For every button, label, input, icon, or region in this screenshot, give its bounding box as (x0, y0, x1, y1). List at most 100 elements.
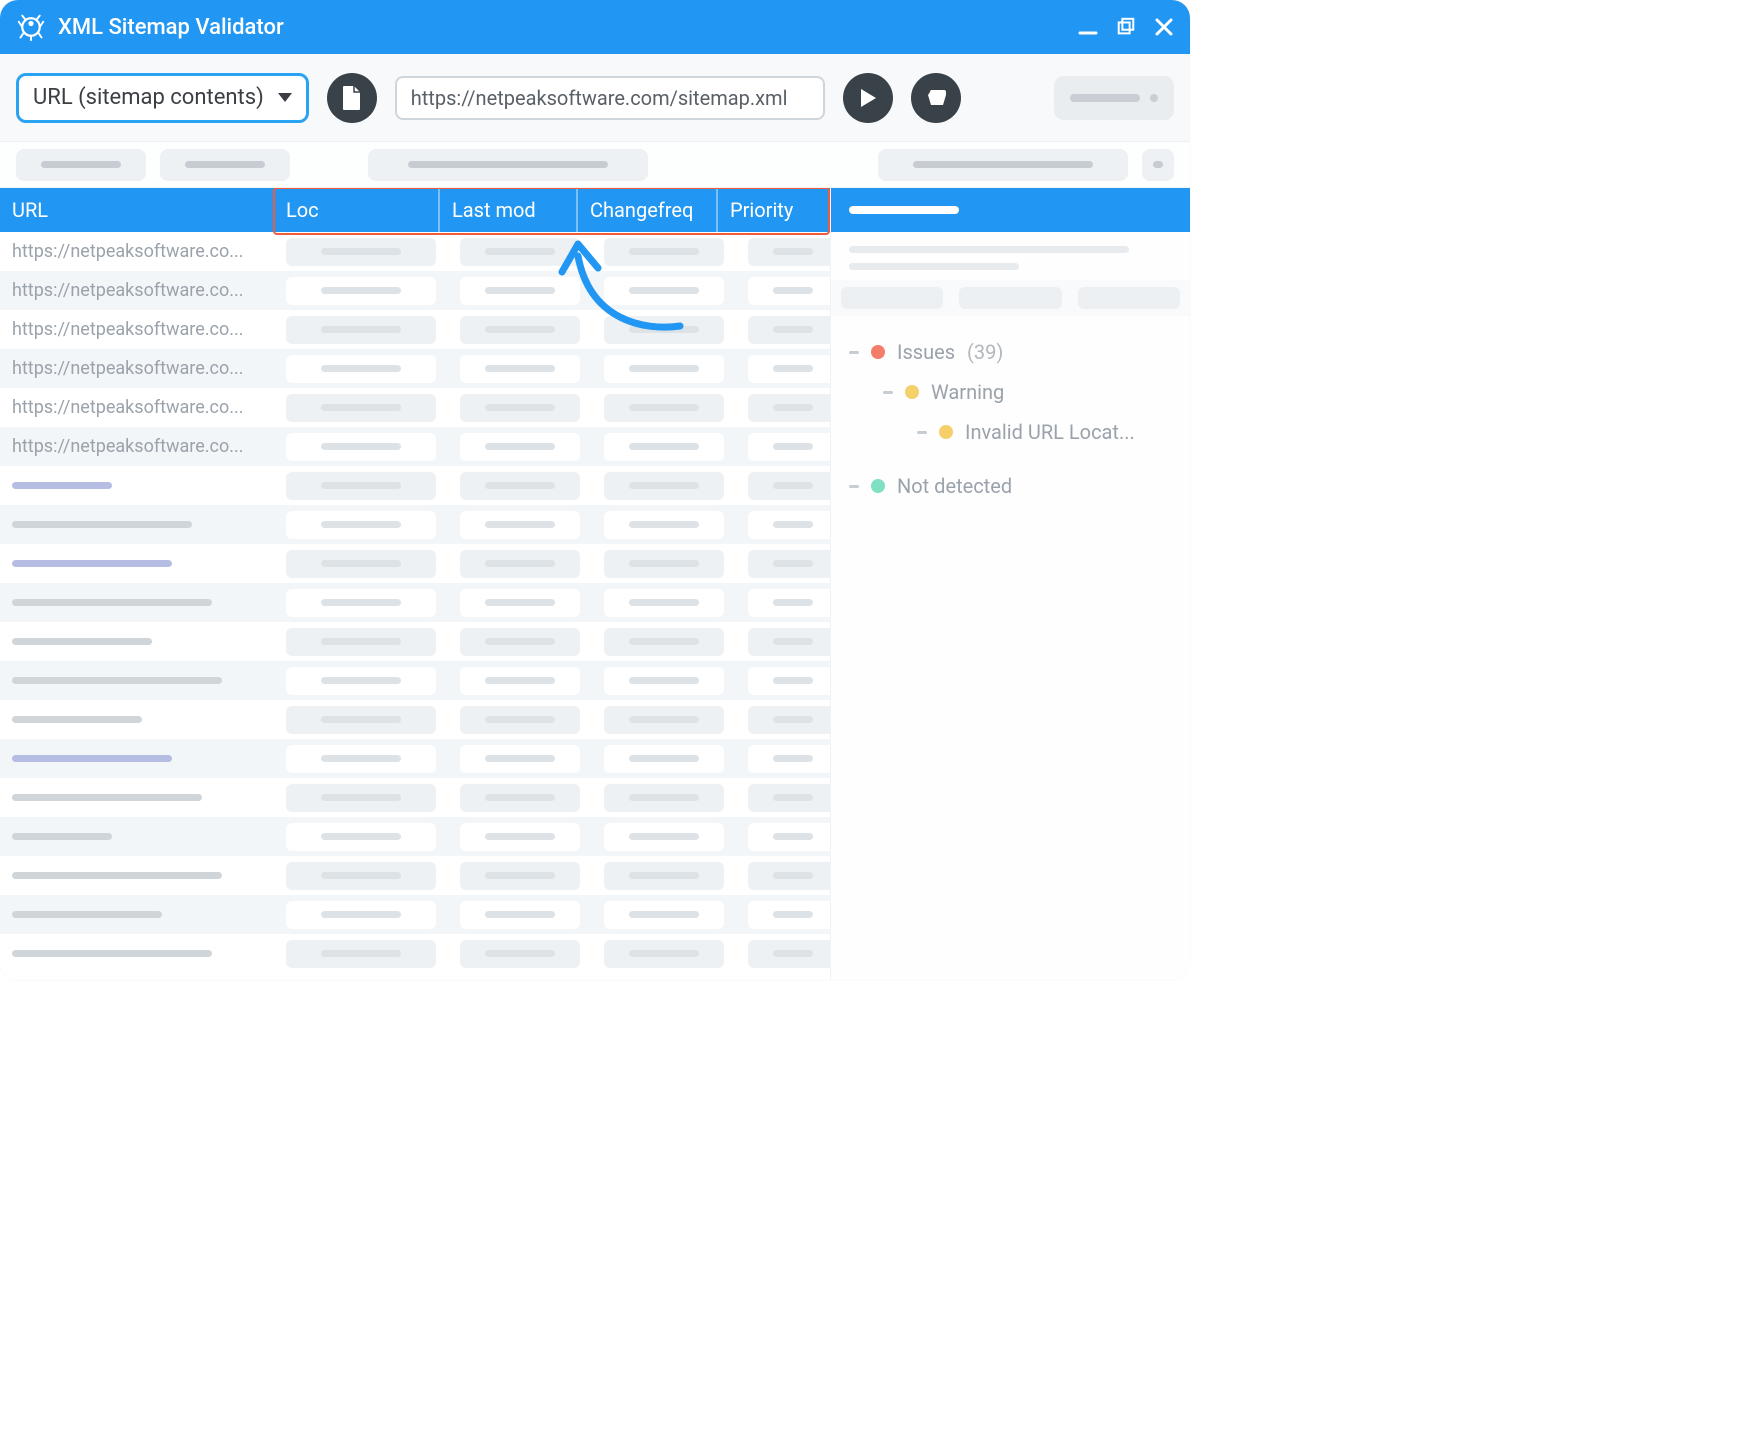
close-button[interactable] (1154, 17, 1174, 37)
table-row[interactable]: https://netpeaksoftware.co... (0, 232, 830, 271)
cell-changefreq (592, 706, 736, 734)
cell-loc (274, 901, 448, 929)
side-tab[interactable] (841, 287, 943, 309)
cell-lastmod (448, 784, 592, 812)
cell-lastmod (448, 862, 592, 890)
cell-lastmod (448, 394, 592, 422)
table-body: https://netpeaksoftware.co...https://net… (0, 232, 830, 973)
cell-changefreq (592, 238, 736, 266)
table-row[interactable] (0, 622, 830, 661)
cell-changefreq (592, 472, 736, 500)
cell-url: https://netpeaksoftware.co... (0, 280, 274, 301)
app-logo-icon (16, 12, 46, 42)
table-row[interactable] (0, 661, 830, 700)
cell-changefreq (592, 511, 736, 539)
cell-changefreq (592, 394, 736, 422)
table-row[interactable] (0, 505, 830, 544)
cell-url (0, 794, 274, 801)
status-dot-error-icon (871, 345, 885, 359)
column-priority[interactable]: Priority (718, 188, 822, 232)
tree-item-warning[interactable]: Warning (849, 372, 1172, 412)
table-row[interactable]: https://netpeaksoftware.co... (0, 271, 830, 310)
collapse-icon (917, 431, 927, 434)
titlebar: XML Sitemap Validator (0, 0, 1190, 54)
cell-loc (274, 550, 448, 578)
cell-priority (736, 901, 830, 929)
tree-label: Invalid URL Locat... (965, 420, 1135, 444)
tree-label: Issues (897, 340, 955, 364)
side-tab[interactable] (1078, 287, 1180, 309)
column-loc[interactable]: Loc (274, 188, 440, 232)
cell-url (0, 911, 274, 918)
cell-changefreq (592, 355, 736, 383)
cell-lastmod (448, 901, 592, 929)
tree-item-not-detected[interactable]: Not detected (849, 466, 1172, 506)
table-row[interactable] (0, 895, 830, 934)
play-button[interactable] (843, 73, 893, 123)
cell-priority (736, 472, 830, 500)
filter-chip[interactable] (160, 149, 290, 181)
main-content: URL Loc Last mod Changefreq Priority htt… (0, 188, 1190, 980)
cell-priority (736, 355, 830, 383)
cell-loc (274, 472, 448, 500)
side-panel-title-placeholder (849, 206, 959, 214)
app-title: XML Sitemap Validator (58, 15, 1078, 40)
table-row[interactable]: https://netpeaksoftware.co... (0, 349, 830, 388)
status-dot-ok-icon (871, 479, 885, 493)
table-row[interactable] (0, 778, 830, 817)
cell-changefreq (592, 823, 736, 851)
column-url[interactable]: URL (0, 188, 274, 232)
cell-priority (736, 940, 830, 968)
table-row[interactable] (0, 544, 830, 583)
cell-lastmod (448, 277, 592, 305)
column-changefreq[interactable]: Changefreq (578, 188, 718, 232)
cell-priority (736, 745, 830, 773)
column-lastmod[interactable]: Last mod (440, 188, 578, 232)
cell-url: https://netpeaksoftware.co... (0, 397, 274, 418)
url-input-value: https://netpeaksoftware.com/sitemap.xml (411, 86, 788, 110)
cell-lastmod (448, 589, 592, 617)
cell-loc (274, 667, 448, 695)
table-row[interactable]: https://netpeaksoftware.co... (0, 310, 830, 349)
cell-loc (274, 355, 448, 383)
toolbar-extra-button[interactable] (1054, 76, 1174, 120)
filter-chip[interactable] (878, 149, 1128, 181)
table-row[interactable]: https://netpeaksoftware.co... (0, 427, 830, 466)
table-header: URL Loc Last mod Changefreq Priority (0, 188, 830, 232)
tree-item-issues[interactable]: Issues (39) (849, 332, 1172, 372)
side-panel-summary (831, 232, 1190, 280)
cell-url (0, 755, 274, 762)
cell-lastmod (448, 745, 592, 773)
cell-loc (274, 940, 448, 968)
cell-loc (274, 316, 448, 344)
filter-chip[interactable] (1142, 149, 1174, 181)
filter-chip[interactable] (368, 149, 648, 181)
cell-changefreq (592, 433, 736, 461)
cell-changefreq (592, 277, 736, 305)
cell-lastmod (448, 472, 592, 500)
url-input[interactable]: https://netpeaksoftware.com/sitemap.xml (395, 76, 825, 120)
table-row[interactable] (0, 856, 830, 895)
cell-priority (736, 823, 830, 851)
mode-dropdown[interactable]: URL (sitemap contents) (16, 73, 309, 123)
cell-changefreq (592, 589, 736, 617)
tree-item-invalid-url[interactable]: Invalid URL Locat... (849, 412, 1172, 452)
table-row[interactable] (0, 934, 830, 973)
side-tab[interactable] (959, 287, 1061, 309)
table-row[interactable] (0, 466, 830, 505)
table-row[interactable]: https://netpeaksoftware.co... (0, 388, 830, 427)
cell-priority (736, 862, 830, 890)
tree-count: (39) (967, 340, 1003, 364)
table-row[interactable] (0, 739, 830, 778)
collapse-icon (883, 391, 893, 394)
table-row[interactable] (0, 817, 830, 856)
filter-chip[interactable] (16, 149, 146, 181)
minimize-button[interactable] (1078, 17, 1098, 37)
file-button[interactable] (327, 73, 377, 123)
clear-button[interactable] (911, 73, 961, 123)
cell-priority (736, 433, 830, 461)
cell-url (0, 872, 274, 879)
table-row[interactable] (0, 583, 830, 622)
maximize-button[interactable] (1116, 17, 1136, 37)
table-row[interactable] (0, 700, 830, 739)
